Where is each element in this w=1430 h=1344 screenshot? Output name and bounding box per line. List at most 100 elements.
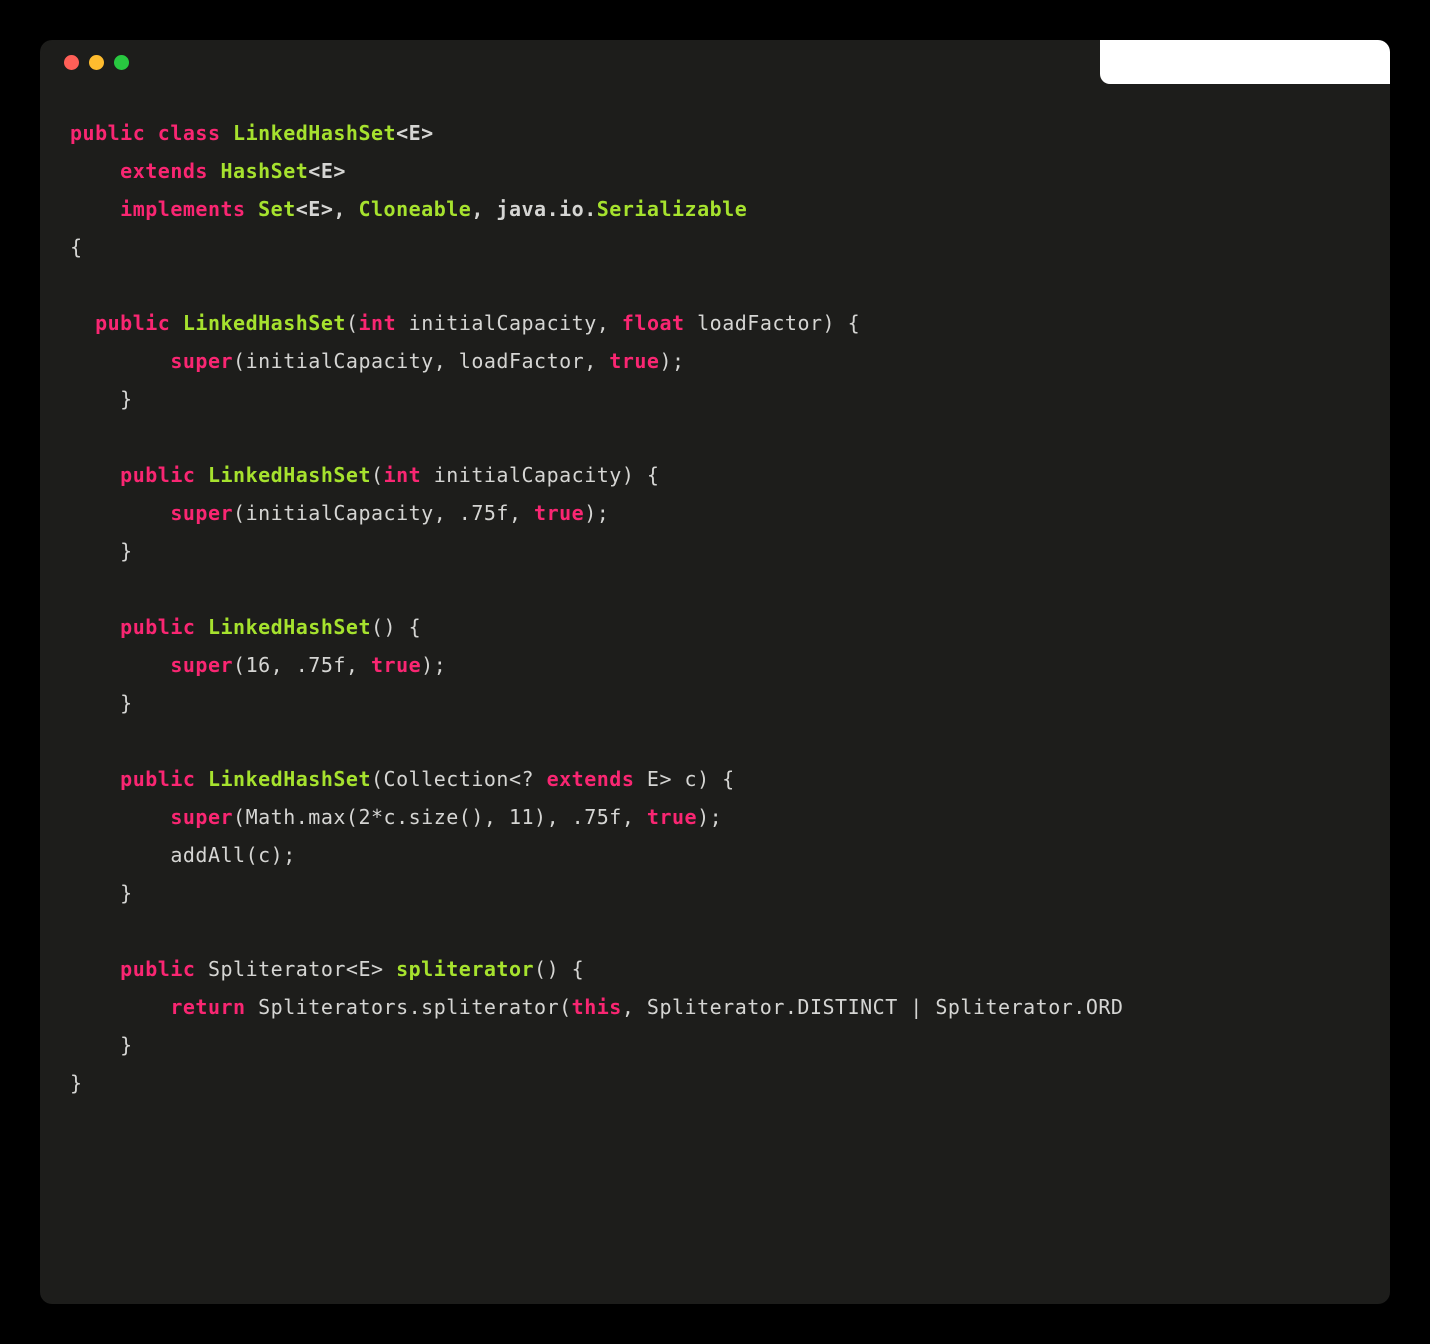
code-line: {: [70, 228, 1360, 266]
code-token: () {: [534, 957, 584, 981]
code-token: public: [120, 767, 208, 791]
code-line: public LinkedHashSet() {: [70, 608, 1360, 646]
code-token: extends: [547, 767, 635, 791]
code-token: [70, 653, 170, 677]
code-line: [70, 570, 1360, 608]
code-token: super: [170, 501, 233, 525]
traffic-lights: [64, 55, 129, 70]
code-line: super(Math.max(2*c.size(), 11), .75f, tr…: [70, 798, 1360, 836]
code-token: public: [120, 957, 195, 981]
code-token: }: [70, 387, 133, 411]
code-line: return Spliterators.spliterator(this, Sp…: [70, 988, 1360, 1026]
code-token: <E>: [308, 159, 346, 183]
code-token: );: [697, 805, 722, 829]
code-token: LinkedHashSet: [208, 615, 371, 639]
code-token: {: [70, 235, 83, 259]
code-line: public Spliterator<E> spliterator() {: [70, 950, 1360, 988]
code-line: addAll(c);: [70, 836, 1360, 874]
code-line: super(initialCapacity, loadFactor, true)…: [70, 342, 1360, 380]
code-token: }: [70, 691, 133, 715]
code-token: this: [572, 995, 622, 1019]
code-line: }: [70, 532, 1360, 570]
code-token: implements: [120, 197, 258, 221]
code-token: [70, 767, 120, 791]
code-line: public LinkedHashSet(int initialCapacity…: [70, 304, 1360, 342]
code-token: float: [622, 311, 685, 335]
code-token: E> c) {: [634, 767, 734, 791]
code-editor[interactable]: public class LinkedHashSet<E> extends Ha…: [40, 84, 1390, 1132]
code-token: public: [70, 121, 158, 145]
code-line: public LinkedHashSet(int initialCapacity…: [70, 456, 1360, 494]
code-line: extends HashSet<E>: [70, 152, 1360, 190]
code-token: }: [70, 539, 133, 563]
code-token: LinkedHashSet: [208, 767, 371, 791]
code-token: }: [70, 881, 133, 905]
code-token: super: [170, 653, 233, 677]
code-token: LinkedHashSet: [183, 311, 346, 335]
code-line: }: [70, 684, 1360, 722]
code-token: return: [170, 995, 245, 1019]
code-token: initialCapacity) {: [421, 463, 659, 487]
code-line: [70, 912, 1360, 950]
code-token: LinkedHashSet: [208, 463, 371, 487]
code-line: public class LinkedHashSet<E>: [70, 114, 1360, 152]
code-token: [70, 615, 120, 639]
code-token: (: [346, 311, 359, 335]
code-line: }: [70, 1026, 1360, 1064]
code-token: Spliterators.spliterator(: [246, 995, 572, 1019]
code-token: true: [647, 805, 697, 829]
code-token: extends: [120, 159, 220, 183]
code-token: <E>,: [296, 197, 359, 221]
code-token: }: [70, 1033, 133, 1057]
code-token: [70, 957, 120, 981]
code-token: Spliterator<E>: [195, 957, 396, 981]
code-token: (Collection<?: [371, 767, 547, 791]
code-token: <E>: [396, 121, 434, 145]
code-token: [70, 805, 170, 829]
minimize-icon[interactable]: [89, 55, 104, 70]
code-token: addAll(c);: [70, 843, 296, 867]
code-token: );: [421, 653, 446, 677]
code-token: int: [358, 311, 396, 335]
code-token: public: [120, 615, 208, 639]
code-token: () {: [371, 615, 421, 639]
code-line: }: [70, 874, 1360, 912]
maximize-icon[interactable]: [114, 55, 129, 70]
code-token: [70, 159, 120, 183]
code-token: super: [170, 805, 233, 829]
code-token: public: [95, 311, 183, 335]
code-token: LinkedHashSet: [233, 121, 396, 145]
code-token: , java.io.: [471, 197, 596, 221]
code-token: (16, .75f,: [233, 653, 371, 677]
code-line: [70, 418, 1360, 456]
code-token: (initialCapacity, loadFactor,: [233, 349, 609, 373]
code-token: spliterator: [396, 957, 534, 981]
code-token: Set: [258, 197, 296, 221]
code-token: class: [158, 121, 233, 145]
code-token: super: [170, 349, 233, 373]
code-token: );: [584, 501, 609, 525]
code-window: public class LinkedHashSet<E> extends Ha…: [40, 40, 1390, 1304]
code-line: super(16, .75f, true);: [70, 646, 1360, 684]
code-token: true: [609, 349, 659, 373]
code-line: implements Set<E>, Cloneable, java.io.Se…: [70, 190, 1360, 228]
close-icon[interactable]: [64, 55, 79, 70]
code-token: [70, 501, 170, 525]
code-token: true: [534, 501, 584, 525]
code-token: HashSet: [221, 159, 309, 183]
code-token: [70, 995, 170, 1019]
code-token: }: [70, 1071, 83, 1095]
code-token: [70, 197, 120, 221]
tab-area[interactable]: [1100, 40, 1390, 84]
code-token: [70, 349, 170, 373]
code-line: public LinkedHashSet(Collection<? extend…: [70, 760, 1360, 798]
code-token: [70, 311, 95, 335]
code-token: [70, 463, 120, 487]
code-line: }: [70, 380, 1360, 418]
titlebar: [40, 40, 1390, 84]
code-line: }: [70, 1064, 1360, 1102]
code-token: (initialCapacity, .75f,: [233, 501, 534, 525]
code-line: super(initialCapacity, .75f, true);: [70, 494, 1360, 532]
code-token: Serializable: [597, 197, 748, 221]
code-token: public: [120, 463, 208, 487]
